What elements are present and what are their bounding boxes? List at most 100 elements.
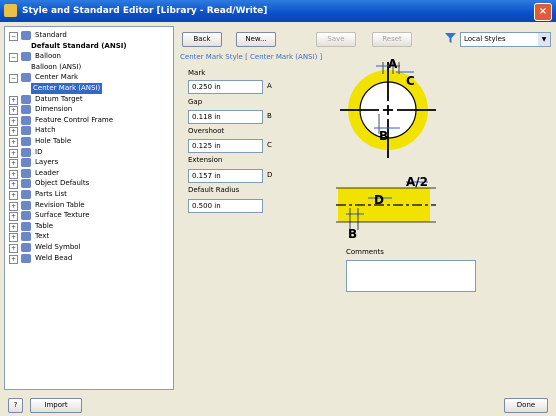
tree-item-label: Hatch <box>35 126 56 135</box>
style-filter-dropdown[interactable]: Local Styles ▼ <box>460 32 551 47</box>
tree-item-label: Balloon (ANSI) <box>31 62 82 71</box>
tree-item[interactable]: + Hole Table <box>5 136 171 147</box>
tree-item[interactable]: + Weld Symbol <box>5 242 171 253</box>
tree-item[interactable]: + Revision Table <box>5 200 171 211</box>
filter-icon[interactable] <box>445 33 456 43</box>
tree-item[interactable]: Center Mark (ANSI) <box>5 83 171 94</box>
extension-field[interactable]: 0.157 in <box>188 169 263 183</box>
tree-item[interactable]: + Hatch <box>5 125 171 137</box>
tree-item-label: Center Mark (ANSI) <box>31 83 103 94</box>
surface-texture-icon <box>21 211 31 221</box>
hole-table-icon <box>21 137 31 146</box>
tree-item-label: Hole Table <box>35 137 72 145</box>
tree-item-label: Standard <box>35 31 67 39</box>
tree-item-label: Layers <box>35 158 59 167</box>
diagram-label-a: A <box>388 58 398 71</box>
tree-item[interactable]: + Feature Control Frame <box>5 115 171 126</box>
default-radius-label: Default Radius <box>188 186 240 194</box>
overshoot-label: Overshoot <box>188 127 225 135</box>
tree-item[interactable]: + Text <box>5 231 171 243</box>
tree-item-label: Center Mark <box>35 73 79 82</box>
tree-item[interactable]: Balloon (ANSI) <box>5 62 171 73</box>
tree-item-label: Object Defaults <box>35 179 90 188</box>
object-defaults-icon <box>21 179 31 189</box>
layers-icon <box>21 158 31 168</box>
new-button[interactable]: New... <box>236 32 276 47</box>
bottom-bar: ? Import Done <box>0 392 556 416</box>
balloon-icon <box>21 52 31 62</box>
tree-item-label: Feature Control Frame <box>35 115 114 124</box>
default-radius-field[interactable]: 0.500 in <box>188 199 263 213</box>
text-icon <box>21 232 31 242</box>
tree-item-label: ID <box>35 147 43 156</box>
window-title: Style and Standard Editor [Library - Rea… <box>22 6 268 16</box>
tree-item[interactable]: Default Standard (ANSI) <box>5 41 171 52</box>
tree-item-label: Leader <box>35 168 60 177</box>
tree-item[interactable]: + ID <box>5 147 171 158</box>
tree-item-label: Parts List <box>35 190 67 198</box>
feature-control-frame-icon <box>21 115 31 125</box>
mark-field[interactable]: 0.250 in <box>188 80 263 94</box>
weld-bead-icon <box>21 253 31 263</box>
import-button[interactable]: Import <box>30 398 82 413</box>
standard-icon <box>21 31 31 40</box>
style-filter-value: Local Styles <box>464 35 506 43</box>
back-button[interactable]: Back <box>182 32 222 47</box>
tree-item[interactable]: + Surface Texture <box>5 210 171 222</box>
style-tree[interactable]: − Standard Default Standard (ANSI) − Balloon… <box>4 26 174 390</box>
tree-item[interactable]: + Layers <box>5 157 171 169</box>
diagram-label-b: B <box>379 129 388 143</box>
tree-item-label: Balloon <box>35 52 61 61</box>
center-mark-diagram: A C B A/2 D B <box>336 58 436 241</box>
gap-field[interactable]: 0.118 in <box>188 110 263 124</box>
tree-item-label: Table <box>35 221 54 230</box>
center-mark-icon <box>21 73 31 83</box>
table-icon <box>21 221 31 231</box>
tree-item-label: Weld Symbol <box>35 243 81 251</box>
title-bar: Style and Standard Editor [Library - Rea… <box>0 0 556 22</box>
tree-item[interactable]: + Object Defaults <box>5 178 171 190</box>
style-editor-window: Style and Standard Editor [Library - Rea… <box>0 0 556 416</box>
id-icon <box>21 147 31 157</box>
tree-item[interactable]: − Balloon <box>5 51 171 63</box>
revision-table-icon <box>21 200 31 210</box>
diagram-label-a-half: A/2 <box>406 175 428 189</box>
reset-button[interactable]: Reset <box>372 32 412 47</box>
tree-item[interactable]: + Table <box>5 221 171 232</box>
tree-item-label: Datum Target <box>35 94 83 103</box>
tree-item[interactable]: + Leader <box>5 168 171 179</box>
comments-label: Comments <box>346 248 384 256</box>
tree-item[interactable]: + Parts List <box>5 189 171 200</box>
tree-item[interactable]: − Center Mark <box>5 72 171 84</box>
tree-item-label: Weld Bead <box>35 253 73 262</box>
overshoot-field[interactable]: 0.125 in <box>188 139 263 153</box>
help-button[interactable]: ? <box>8 398 23 413</box>
tree-item[interactable]: + Weld Bead <box>5 253 171 264</box>
close-button[interactable]: × <box>534 3 552 21</box>
expand-icon[interactable]: + <box>9 254 18 264</box>
tree-item[interactable]: − Standard <box>5 30 171 41</box>
tree-item-label: Surface Texture <box>35 211 90 220</box>
style-panel: Back New... Save Reset Local Styles ▼ Ce… <box>176 26 552 388</box>
tree-item[interactable]: + Dimension <box>5 104 171 116</box>
done-button[interactable]: Done <box>504 398 548 413</box>
style-path: Center Mark Style [ Center Mark (ANSI) ] <box>180 53 323 61</box>
chevron-down-icon: ▼ <box>538 33 550 46</box>
mark-label: Mark <box>188 69 206 77</box>
comments-textarea[interactable] <box>346 260 476 292</box>
tree-item-label: Default Standard (ANSI) <box>31 41 127 50</box>
extension-letter: D <box>267 171 273 179</box>
diagram-label-b-lower: B <box>348 227 357 241</box>
gap-label: Gap <box>188 98 203 106</box>
leader-icon <box>21 168 31 178</box>
datum-target-icon <box>21 94 31 104</box>
app-icon <box>4 4 17 17</box>
diagram-label-c: C <box>406 74 415 88</box>
diagram-label-d: D <box>374 193 384 207</box>
overshoot-letter: C <box>267 141 272 149</box>
extension-label: Extension <box>188 156 223 164</box>
tree-item-label: Dimension <box>35 105 73 114</box>
parts-list-icon <box>21 190 31 199</box>
save-button[interactable]: Save <box>316 32 356 47</box>
tree-item[interactable]: + Datum Target <box>5 94 171 105</box>
